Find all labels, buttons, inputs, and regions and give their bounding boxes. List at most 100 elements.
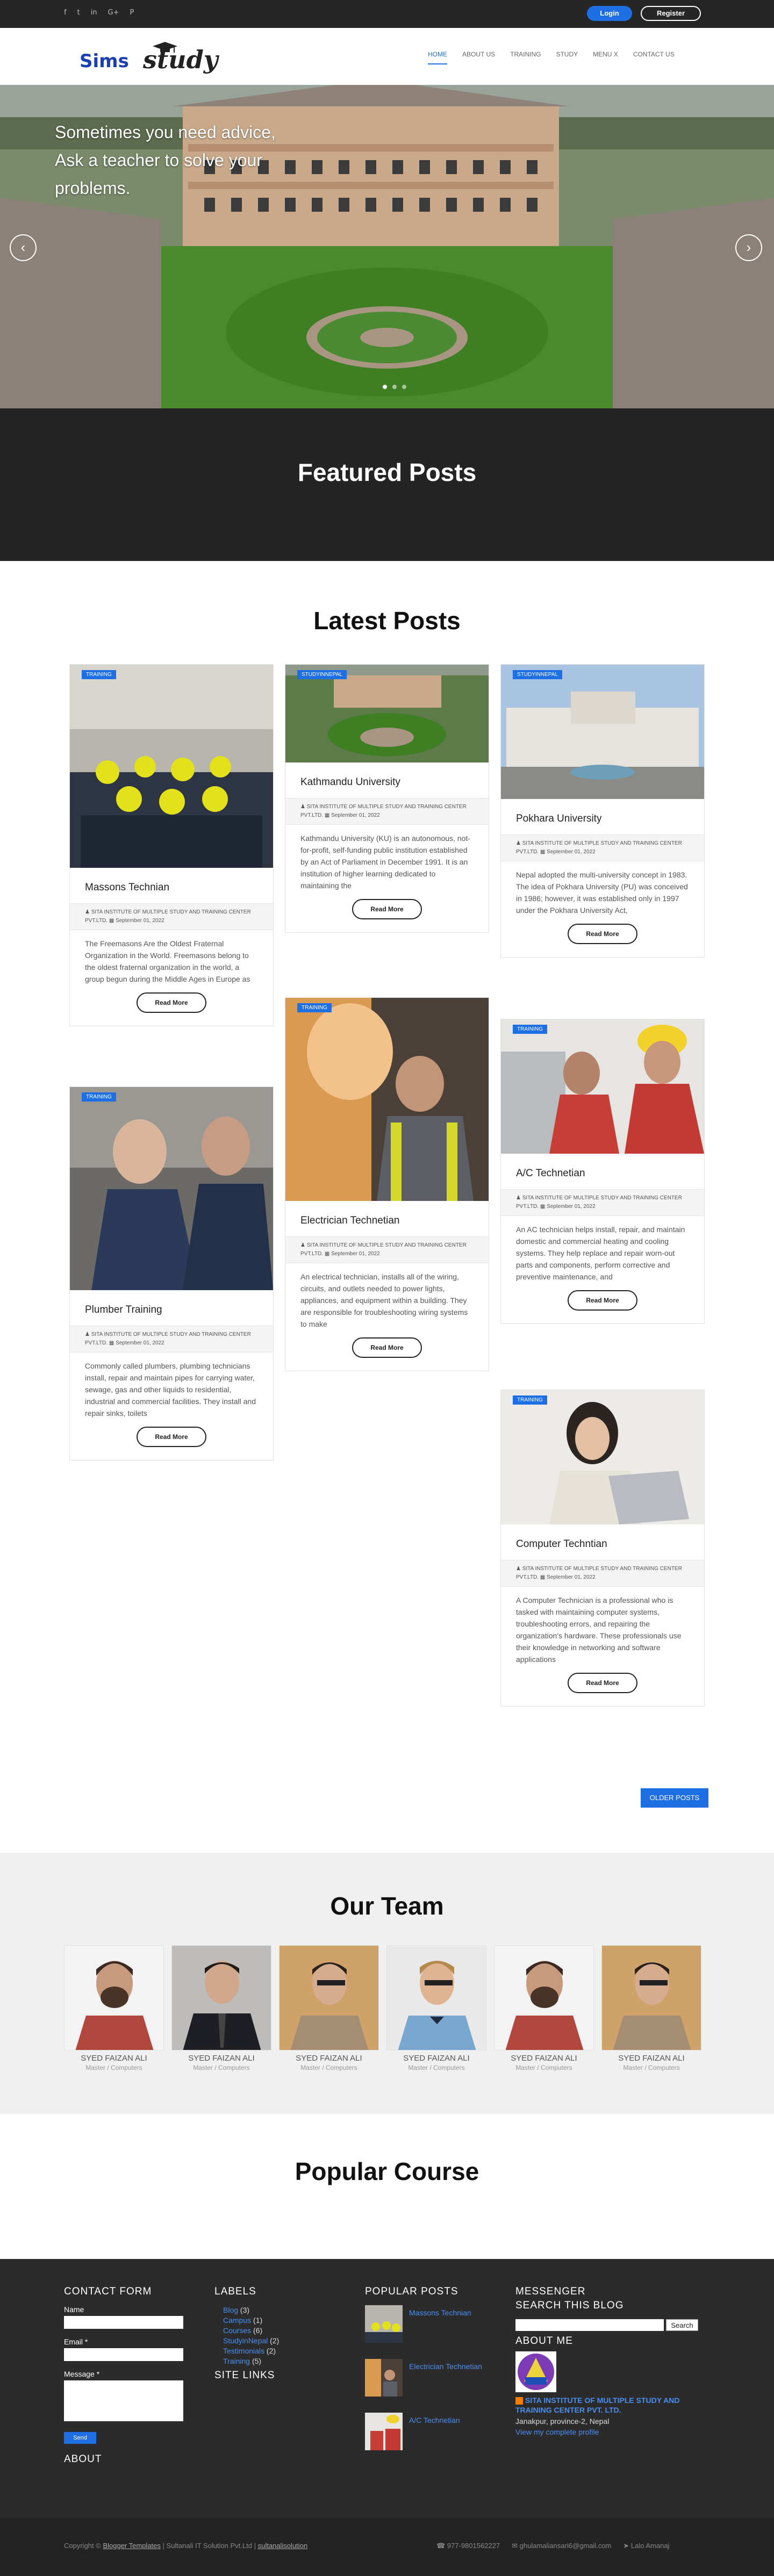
team-member-photo[interactable] <box>279 1945 379 2050</box>
nav-contact-us[interactable]: CONTACT US <box>633 51 675 64</box>
label-link[interactable]: Blog (3) <box>223 2305 279 2315</box>
category-badge[interactable]: TRAINING <box>82 670 116 679</box>
category-badge[interactable]: TRAINING <box>82 1092 116 1102</box>
label-name[interactable]: Testimonials <box>223 2347 264 2355</box>
slider-next-arrow[interactable]: › <box>735 234 762 261</box>
popular-post-title[interactable]: Electrician Technetian <box>409 2362 482 2371</box>
post-image[interactable]: STUDYINNEPAL <box>501 665 704 799</box>
popular-post-thumb[interactable] <box>365 2305 403 2343</box>
label-name[interactable]: Campus <box>223 2316 251 2325</box>
popular-post-thumb[interactable] <box>365 2359 403 2397</box>
pinterest-icon[interactable]: P <box>130 9 134 17</box>
category-badge[interactable]: TRAINING <box>513 1395 547 1405</box>
label-name[interactable]: Training <box>223 2357 250 2365</box>
team-member-photo[interactable] <box>171 1945 271 2050</box>
about-me-title: ABOUT ME <box>515 2335 573 2347</box>
label-link[interactable]: Training (5) <box>223 2356 279 2366</box>
post-title[interactable]: Pokhara University <box>516 813 689 825</box>
phone-icon: ☎ <box>436 2542 447 2550</box>
nav-study[interactable]: STUDY <box>556 51 578 64</box>
message-field[interactable] <box>64 2380 183 2421</box>
slider-dot[interactable] <box>392 385 397 389</box>
post-image[interactable]: STUDYINNEPAL <box>285 665 489 762</box>
label-name[interactable]: Courses <box>223 2326 251 2335</box>
team-member: SYED FAIZAN ALI Master / Computers <box>386 1945 486 2071</box>
team-member-photo[interactable] <box>601 1945 701 2050</box>
search-input[interactable] <box>515 2319 664 2331</box>
post-title[interactable]: Kathmandu University <box>300 776 474 788</box>
category-badge[interactable]: STUDYINNEPAL <box>513 670 562 679</box>
hero-caption: Sometimes you need advice, Ask a teacher… <box>55 123 276 198</box>
post-title[interactable]: A/C Technetian <box>516 1168 689 1179</box>
profile-org-name-text[interactable]: SITA INSTITUTE OF MULTIPLE STUDY AND TRA… <box>515 2396 680 2414</box>
older-posts-button[interactable]: OLDER POSTS <box>641 1788 708 1808</box>
phone-text: 977-9801562227 <box>447 2542 500 2550</box>
register-button[interactable]: Register <box>641 6 701 21</box>
label-link[interactable]: Courses (6) <box>223 2326 279 2336</box>
nav-home[interactable]: HOME <box>428 51 447 64</box>
site-footer: CONTACT FORM Name Email * Message * Send… <box>0 2259 774 2518</box>
nav-about-us[interactable]: ABOUT US <box>462 51 495 64</box>
blogger-icon <box>515 2397 523 2405</box>
read-more-button[interactable]: Read More <box>568 1673 637 1693</box>
post-title[interactable]: Computer Techntian <box>516 1538 689 1550</box>
profile-image[interactable] <box>515 2351 556 2392</box>
category-badge[interactable]: TRAINING <box>513 1025 547 1034</box>
read-more-button[interactable]: Read More <box>137 1427 206 1447</box>
featured-posts-section: Featured Posts <box>0 408 774 561</box>
read-more-button[interactable]: Read More <box>568 924 637 944</box>
post-image[interactable]: TRAINING <box>501 1019 704 1154</box>
nav-training[interactable]: TRAINING <box>510 51 541 64</box>
send-button[interactable]: Send <box>64 2432 96 2444</box>
google-plus-icon[interactable]: G+ <box>108 9 119 17</box>
solution-link[interactable]: sultanalisolution <box>258 2542 308 2550</box>
read-more-button[interactable]: Read More <box>352 899 422 919</box>
post-title[interactable]: Massons Technian <box>85 882 258 894</box>
profile-org-name[interactable]: SITA INSTITUTE OF MULTIPLE STUDY AND TRA… <box>515 2395 709 2415</box>
read-more-button[interactable]: Read More <box>137 992 206 1013</box>
search-button[interactable]: Search <box>666 2319 698 2331</box>
slider-dot[interactable] <box>383 385 387 389</box>
slider-dot[interactable] <box>402 385 406 389</box>
post-image[interactable]: TRAINING <box>70 1087 273 1290</box>
label-name[interactable]: StudyinNepal <box>223 2336 268 2345</box>
popular-post-title[interactable]: Massons Technian <box>409 2308 471 2317</box>
label-link[interactable]: Testimonials (2) <box>223 2346 279 2356</box>
team-member-photo[interactable] <box>386 1945 486 2050</box>
post-image[interactable]: TRAINING <box>70 665 273 868</box>
label-link[interactable]: Campus (1) <box>223 2315 279 2326</box>
messenger-title: MESSENGER <box>515 2286 586 2297</box>
view-profile-link[interactable]: View my complete profile <box>515 2428 709 2436</box>
post-title[interactable]: Plumber Training <box>85 1304 258 1316</box>
category-badge[interactable]: TRAINING <box>297 1003 332 1012</box>
name-field[interactable] <box>64 2316 183 2329</box>
popular-post-title[interactable]: A/C Technetian <box>409 2416 460 2424</box>
slider-prev-arrow[interactable]: ‹ <box>10 234 37 261</box>
category-badge[interactable]: STUDYINNEPAL <box>297 670 347 679</box>
twitter-icon[interactable]: t <box>77 9 80 17</box>
popular-post-item[interactable]: A/C Technetian <box>365 2413 482 2450</box>
read-more-button[interactable]: Read More <box>568 1290 637 1311</box>
nav-menu-x[interactable]: MENU X <box>593 51 618 64</box>
latest-posts-title: Latest Posts <box>313 607 461 635</box>
author-icon: ♟ <box>516 840 522 846</box>
read-more-button[interactable]: Read More <box>352 1337 422 1358</box>
popular-post-thumb[interactable] <box>365 2413 403 2450</box>
email-field[interactable] <box>64 2348 183 2361</box>
team-member-photo[interactable] <box>64 1945 164 2050</box>
post-title[interactable]: Electrician Technetian <box>300 1215 474 1227</box>
login-button[interactable]: Login <box>587 6 632 21</box>
contact-form-widget: CONTACT FORM Name Email * Message * Send… <box>64 2286 183 2473</box>
popular-post-item[interactable]: Electrician Technetian <box>365 2359 482 2397</box>
popular-post-item[interactable]: Massons Technian <box>365 2305 482 2343</box>
site-logo[interactable]: Sims study <box>80 42 257 75</box>
post-image[interactable]: TRAINING <box>501 1390 704 1524</box>
facebook-icon[interactable]: f <box>64 9 67 17</box>
linkedin-icon[interactable]: in <box>91 9 97 17</box>
post-date: September 01, 2022 <box>547 1204 596 1210</box>
blogger-templates-link[interactable]: Blogger Templates <box>103 2542 160 2550</box>
post-image[interactable]: TRAINING <box>285 998 489 1201</box>
team-member-photo[interactable] <box>494 1945 594 2050</box>
label-name[interactable]: Blog <box>223 2306 238 2314</box>
label-link[interactable]: StudyinNepal (2) <box>223 2336 279 2346</box>
